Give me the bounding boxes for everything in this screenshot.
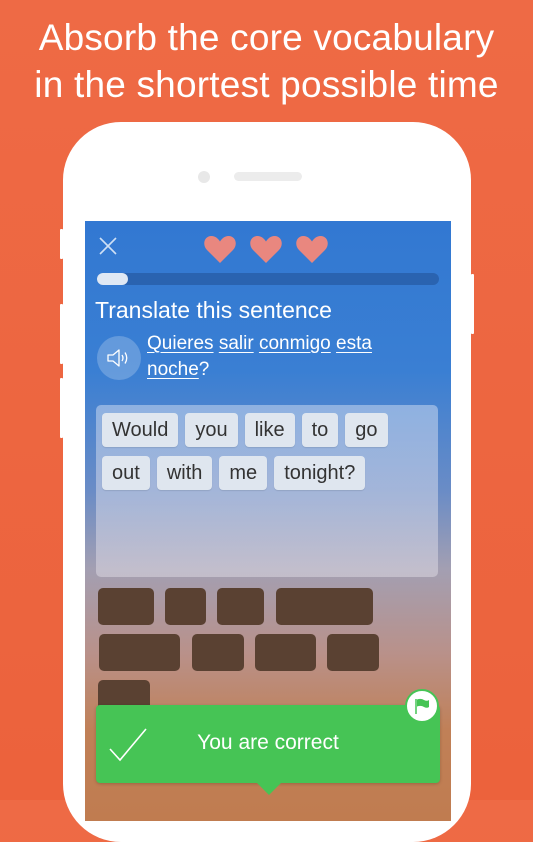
sentence-word-link[interactable]: salir (219, 333, 254, 354)
source-sentence: Quieres salir conmigo esta noche? (147, 331, 407, 383)
word-bank-slot (192, 634, 244, 671)
phone-camera (198, 171, 210, 183)
feedback-message: You are correct (197, 731, 339, 754)
sentence-word-link[interactable]: conmigo (259, 333, 331, 354)
answer-word-chip[interactable]: you (185, 413, 238, 447)
close-icon[interactable] (97, 235, 119, 257)
answer-word-chip[interactable]: like (244, 413, 295, 447)
answer-word-chip[interactable]: me (219, 456, 268, 490)
speaker-icon (107, 349, 128, 367)
headline-line-1: Absorb the core vocabulary (38, 17, 495, 58)
answer-word-chip[interactable]: go (345, 413, 388, 447)
heart-icon (204, 236, 236, 263)
answer-word-chip[interactable]: out (102, 456, 150, 490)
report-flag-button[interactable] (405, 689, 439, 723)
play-audio-button[interactable] (97, 336, 141, 380)
lesson-progress-fill (97, 273, 128, 285)
sentence-punctuation: ? (198, 359, 210, 380)
word-bank-slot (327, 634, 379, 671)
sentence-word-link[interactable]: Quieres (147, 333, 214, 354)
flag-icon (415, 698, 429, 714)
answer-word-chip[interactable]: Would (102, 413, 179, 447)
answer-word-chip[interactable]: to (301, 413, 339, 447)
sentence-word-link[interactable]: esta (336, 333, 372, 354)
phone-power-button (471, 274, 474, 334)
heart-icon (296, 236, 328, 263)
word-bank-slot (255, 634, 316, 671)
lesson-progress-bar (97, 273, 439, 285)
heart-icon (250, 236, 282, 263)
answer-area[interactable]: Would you like to go out with me tonight? (96, 405, 438, 577)
phone-earpiece (234, 172, 302, 181)
sentence-word-link[interactable]: noche (147, 359, 199, 380)
headline: Absorb the core vocabulary in the shorte… (0, 14, 533, 108)
feedback-banner: You are correct (96, 705, 440, 795)
app-screen: Translate this sentence Quieres salir co… (85, 221, 451, 821)
word-bank-slot (217, 588, 264, 625)
word-bank-slot (98, 588, 154, 625)
lives-indicator (203, 233, 329, 265)
answer-word-chip[interactable]: with (156, 456, 213, 490)
answer-word-chip[interactable]: tonight? (274, 456, 366, 490)
headline-line-2: in the shortest possible time (34, 64, 499, 105)
feedback-pointer (257, 783, 281, 795)
exercise-prompt: Translate this sentence (95, 297, 332, 323)
word-bank-slot (276, 588, 373, 625)
word-bank-slot (165, 588, 206, 625)
word-bank-slot (99, 634, 180, 671)
answer-word-list: Would you like to go out with me tonight? (102, 413, 432, 490)
